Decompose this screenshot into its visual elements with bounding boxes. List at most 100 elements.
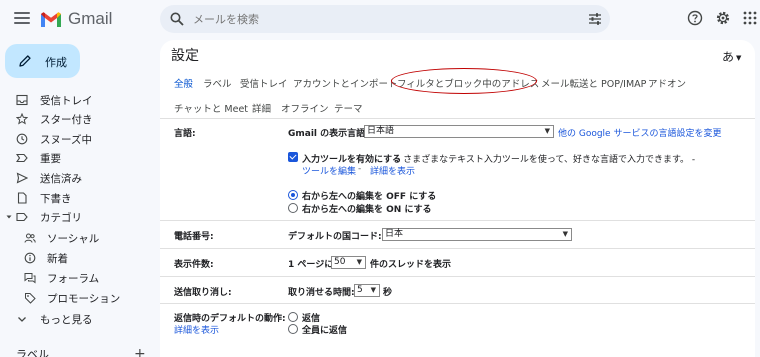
tab-inbox[interactable]: 受信トレイ [240,76,288,90]
tab-offline[interactable]: オフライン [281,101,329,115]
sidebar-item-snoozed[interactable]: スヌーズ中 [0,129,160,149]
country-code-value: 日本 [385,229,404,239]
tag-icon [25,293,36,304]
inbox-icon [16,94,28,106]
sidebar-item-label: スヌーズ中 [40,134,92,146]
tab-themes[interactable]: テーマ [334,101,363,115]
edit-tools-link[interactable]: ツールを編集 [302,164,356,177]
sidebar-item-label: 重要 [40,153,61,165]
tab-advanced[interactable]: 詳細 [252,101,271,115]
compose-label: 作成 [45,56,67,69]
search-bar [160,5,610,33]
reply-all-label: 全員に返信 [302,326,348,336]
chevron-down-icon: ▼ [544,127,550,135]
reply-radio[interactable] [288,312,298,322]
tab-labels[interactable]: ラベル [203,76,232,90]
sidebar-item-inbox[interactable]: 受信トレイ [0,90,160,110]
rtl-on-radio[interactable] [288,203,298,213]
sidebar-item-label: もっと見る [40,314,93,326]
sidebar-item-label: フォーラム [47,273,100,285]
row-divider [160,220,755,221]
undo-send-label: 送信取り消し: [174,288,232,298]
sidebar-item-label: ソーシャル [47,233,100,245]
rtl-off-label: 右から左への編集を OFF にする [302,192,437,202]
compose-button[interactable]: 作成 [5,44,80,78]
display-language-value: 日本語 [367,126,395,136]
top-bar: Gmail [0,0,760,40]
chevron-down-icon [18,317,26,322]
people-icon [24,233,36,243]
sidebar-item-categories[interactable]: カテゴリ [0,207,160,227]
tab-chat-meet[interactable]: チャットと Meet [174,101,248,115]
tabs-divider [160,118,755,119]
highlight-annotation [391,68,537,94]
tab-general[interactable]: 全般 [174,76,193,90]
sidebar-item-starred[interactable]: スター付き [0,109,160,129]
input-tools-checkbox[interactable] [288,152,298,162]
search-options-icon[interactable] [588,12,602,26]
star-icon [16,113,28,125]
draft-icon [17,192,27,204]
gmail-logo[interactable]: Gmail [40,9,112,29]
sidebar-item-promotions[interactable]: プロモーション [0,288,160,308]
country-code-select[interactable]: 日本 ▼ [382,228,572,241]
tab-accounts-import[interactable]: アカウントとインポート [293,76,398,90]
phone-label: 電話番号: [174,232,214,242]
undo-send-unit: 秒 [383,288,393,298]
search-icon[interactable] [170,12,184,26]
sidebar-item-more[interactable]: もっと見る [0,309,160,329]
clock-icon [16,133,28,145]
sidebar-item-sent[interactable]: 送信済み [0,168,160,188]
pencil-icon [19,55,31,67]
input-language-toggle[interactable]: あ ▼ [722,48,741,65]
display-language-select[interactable]: 日本語 ▼ [364,125,554,138]
reply-default-details-link[interactable]: 詳細を表示 [174,323,219,336]
row-divider [160,276,755,277]
other-services-language-link[interactable]: 他の Google サービスの言語設定を変更 [558,126,721,139]
sidebar-item-social[interactable]: ソーシャル [0,228,160,248]
sidebar-item-label: 下書き [40,193,72,205]
rtl-off-radio[interactable] [288,190,298,200]
link-separator: - [358,164,362,174]
language-label: 言語: [174,129,196,139]
sidebar-item-label: カテゴリ [40,212,82,224]
page-size-select[interactable]: 50 ▼ [331,256,366,269]
settings-gear-icon[interactable] [715,10,731,26]
search-input[interactable] [193,5,573,33]
help-icon[interactable] [687,10,703,26]
sidebar-item-label: 送信済み [40,173,82,185]
tab-addons[interactable]: アドオン [648,76,686,90]
sidebar-item-important[interactable]: 重要 [0,148,160,168]
sidebar-item-label: プロモーション [47,293,121,305]
label-icon [16,212,28,222]
send-icon [16,172,28,184]
chevron-down-icon: ▼ [562,230,568,238]
gmail-m-icon [41,11,61,27]
chevron-down-icon: ▼ [356,258,362,266]
page-size-suffix: 件のスレッドを表示 [370,260,452,270]
tab-forwarding-pop-imap[interactable]: メール転送と POP/IMAP [541,76,646,90]
display-language-label: Gmail の表示言語: [288,129,369,139]
sidebar-item-forums[interactable]: フォーラム [0,268,160,288]
sidebar-item-label: 新着 [47,253,68,265]
labels-heading: ラベル [16,348,49,357]
undo-send-time-label: 取り消せる時間: [288,288,355,298]
input-tools-details-link[interactable]: 詳細を表示 [370,164,415,177]
caret-down-icon [6,215,12,219]
sidebar-item-updates[interactable]: 新着 [0,248,160,268]
sidebar-item-drafts[interactable]: 下書き [0,188,160,208]
apps-grid-icon[interactable] [742,10,758,26]
app-name: Gmail [68,9,113,28]
input-tools-description: - さまざまなテキスト入力ツールを使って、好きな言語で入力できます。 - [397,155,696,165]
page-size-value: 50 [334,257,346,267]
page-size-label: 表示件数: [174,260,214,270]
reply-all-radio[interactable] [288,324,298,334]
forum-icon [24,273,36,284]
undo-send-select[interactable]: 5 ▼ [354,284,380,297]
page-size-prefix: 1 ページに [288,260,334,270]
rtl-on-label: 右から左への編集を ON にする [302,205,432,215]
add-label-button[interactable]: + [134,346,146,357]
main-menu-button[interactable] [14,12,30,26]
info-icon [24,252,36,264]
settings-panel: 設定 あ ▼ 全般 ラベル 受信トレイ アカウントとインポート フィルタとブロック… [160,40,755,357]
